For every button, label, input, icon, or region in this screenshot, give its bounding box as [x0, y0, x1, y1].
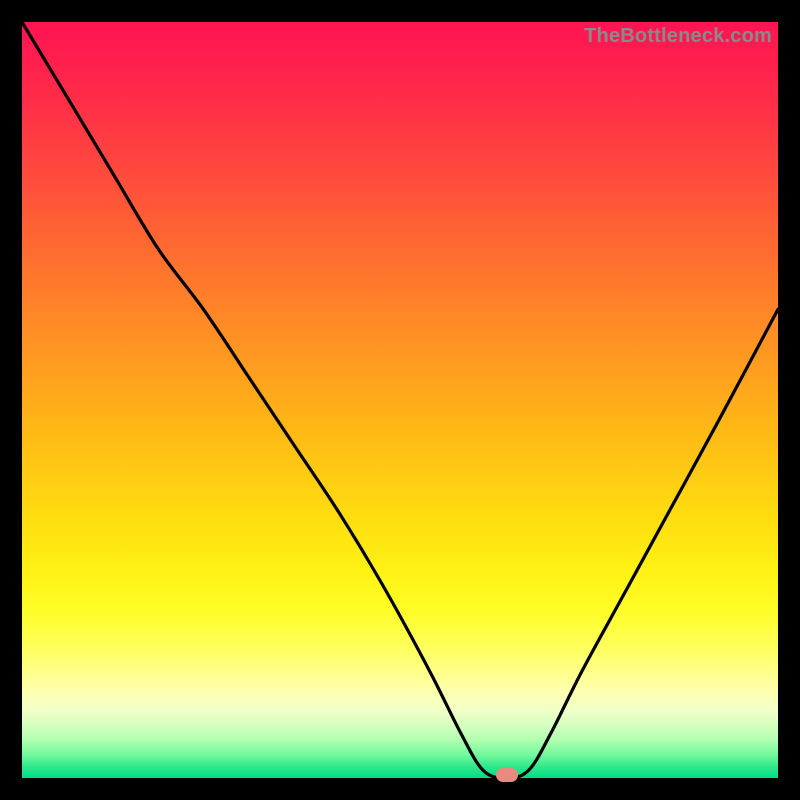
chart-frame: TheBottleneck.com	[0, 0, 800, 800]
bottleneck-curve	[22, 22, 778, 778]
optimal-point-marker	[496, 768, 518, 782]
curve-path	[22, 22, 778, 778]
watermark-text: TheBottleneck.com	[584, 25, 772, 48]
chart-plot-area: TheBottleneck.com	[22, 22, 778, 778]
